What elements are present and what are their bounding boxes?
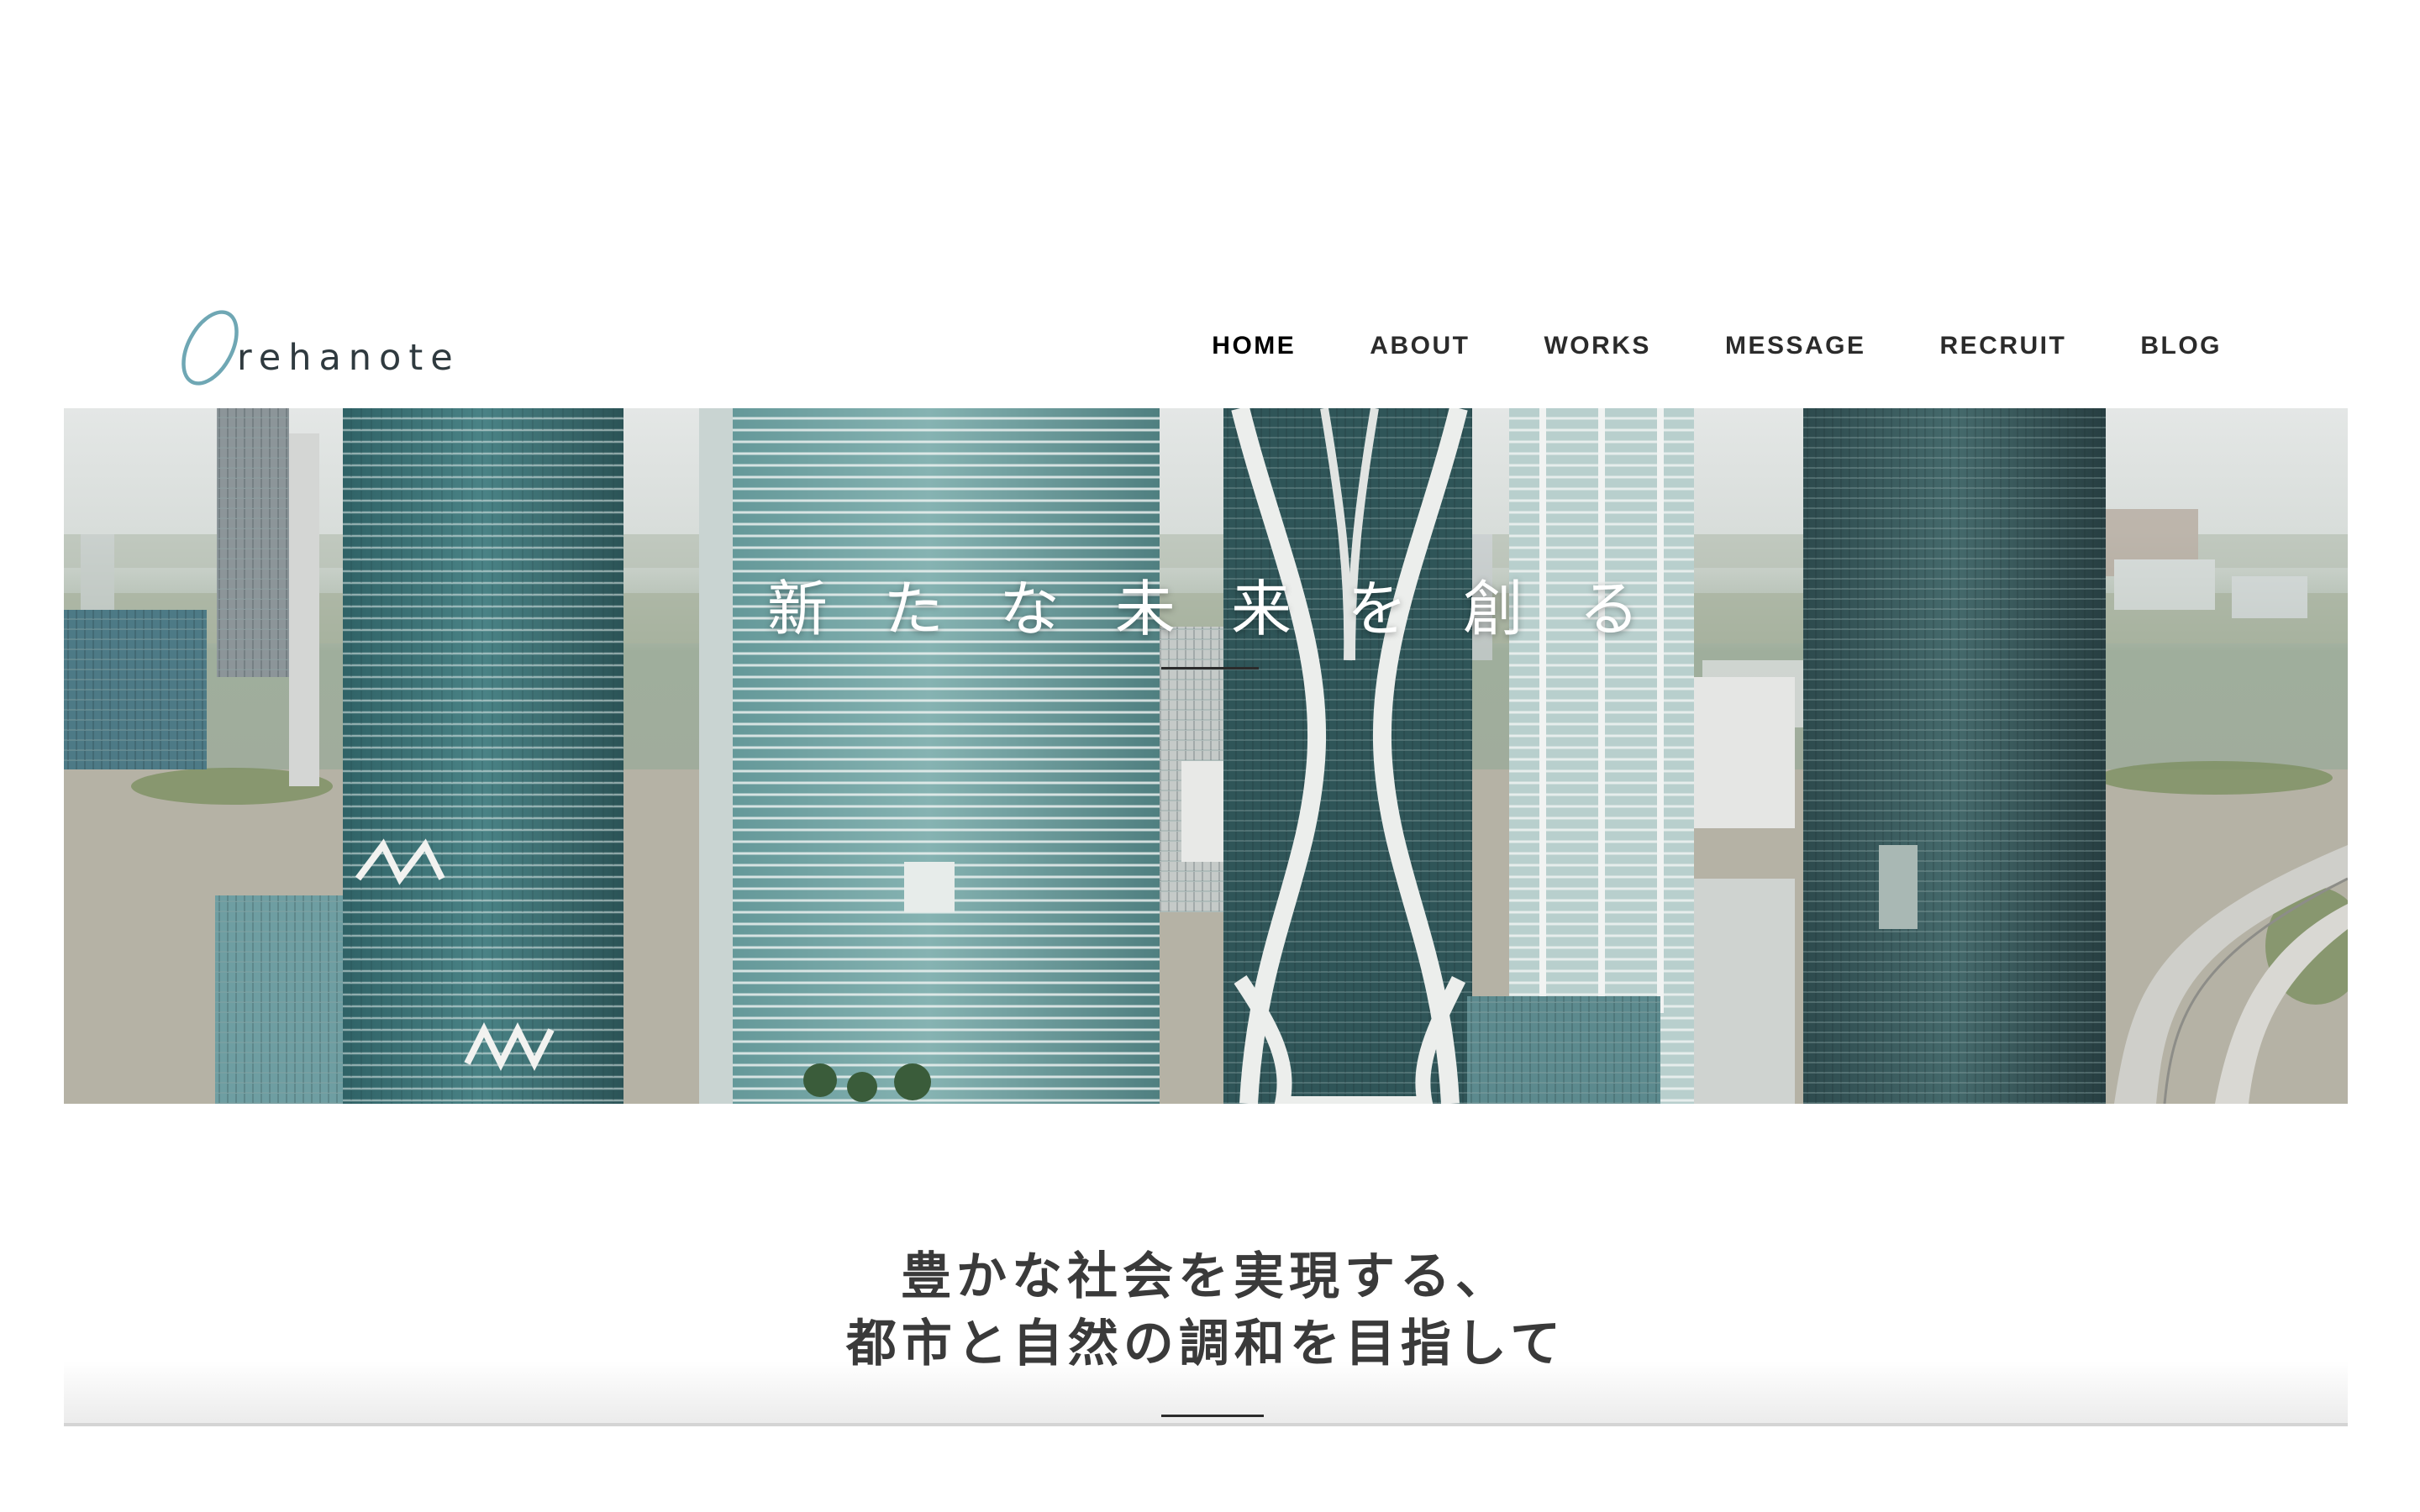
tagline: 豊かな社会を実現する、 都市と自然の調和を目指して [64, 1243, 2348, 1378]
nav-item-works[interactable]: WORKS [1544, 332, 1651, 360]
logo-text: rehanote [237, 337, 460, 379]
section-edge [64, 1423, 2348, 1426]
nav-item-recruit[interactable]: RECRUIT [1939, 332, 2066, 360]
nav-item-home[interactable]: HOME [1212, 332, 1296, 360]
city-skyline-photo [64, 408, 2348, 1104]
tagline-line-1: 豊かな社会を実現する、 [901, 1247, 1511, 1306]
tagline-line-2: 都市と自然の調和を目指して [845, 1315, 1566, 1373]
hero-divider [1161, 667, 1259, 669]
main-nav: HOME ABOUT WORKS MESSAGE RECRUIT BLOG [1138, 332, 2222, 360]
hero-headline: 新たな未来を創る [766, 574, 1695, 644]
nav-item-blog[interactable]: BLOG [2140, 332, 2222, 360]
brand-logo[interactable]: rehanote [168, 286, 460, 407]
nav-item-message[interactable]: MESSAGE [1725, 332, 1866, 360]
hero-section: 新たな未来を創る [64, 408, 2348, 1104]
nav-item-about[interactable]: ABOUT [1370, 332, 1470, 360]
tagline-divider [1161, 1415, 1264, 1417]
page: rehanote HOME ABOUT WORKS MESSAGE RECRUI… [0, 0, 2420, 1512]
site-header: rehanote HOME ABOUT WORKS MESSAGE RECRUI… [64, 286, 2348, 407]
